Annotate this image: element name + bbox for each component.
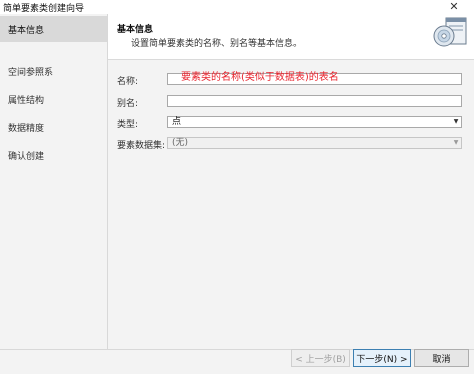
page-title: 基本信息 bbox=[117, 25, 154, 35]
type-select[interactable]: 点 ▼ bbox=[167, 116, 462, 128]
title-bar: 简单要素类创建向导 ✕ bbox=[0, 0, 474, 14]
prev-button[interactable]: < 上一步(B) bbox=[291, 349, 350, 367]
alias-field[interactable] bbox=[167, 95, 462, 107]
dataset-label: 要素数据集: bbox=[117, 141, 166, 151]
sidebar-item-attribute-structure[interactable]: 属性结构 bbox=[0, 86, 107, 112]
next-button[interactable]: 下一步(N) > bbox=[353, 349, 411, 367]
disc-and-window-icon bbox=[433, 17, 467, 47]
sidebar-item-spatial-reference[interactable]: 空间参照系 bbox=[0, 58, 107, 84]
chevron-down-icon[interactable]: ▼ bbox=[451, 117, 461, 127]
window-title: 简单要素类创建向导 bbox=[3, 4, 85, 14]
dataset-value: (无) bbox=[172, 138, 189, 148]
page-description: 设置简单要素类的名称、别名等基本信息。 bbox=[131, 39, 303, 49]
sidebar-item-label: 空间参照系 bbox=[8, 67, 54, 78]
sidebar-item-basic-info[interactable]: 基本信息 bbox=[0, 16, 107, 42]
chevron-down-icon[interactable]: ▼ bbox=[451, 138, 461, 148]
name-annotation: 要素类的名称(类似于数据表)的表名 bbox=[181, 72, 339, 83]
cancel-button[interactable]: 取消 bbox=[414, 349, 469, 367]
close-button[interactable]: ✕ bbox=[434, 0, 474, 13]
alias-label: 别名: bbox=[117, 99, 139, 109]
sidebar-item-label: 确认创建 bbox=[8, 151, 45, 162]
dataset-select[interactable]: (无) ▼ bbox=[167, 137, 462, 149]
name-label: 名称: bbox=[117, 77, 139, 87]
wizard-sidebar: 基本信息 空间参照系 属性结构 数据精度 确认创建 bbox=[0, 14, 108, 349]
sidebar-item-label: 属性结构 bbox=[8, 95, 45, 106]
sidebar-item-data-precision[interactable]: 数据精度 bbox=[0, 114, 107, 140]
step-header: 基本信息 设置简单要素类的名称、别名等基本信息。 bbox=[108, 14, 474, 60]
type-label: 类型: bbox=[117, 120, 139, 130]
sidebar-item-label: 数据精度 bbox=[8, 123, 45, 134]
sidebar-item-confirm-create[interactable]: 确认创建 bbox=[0, 142, 107, 168]
sidebar-item-label: 基本信息 bbox=[8, 25, 45, 36]
close-icon: ✕ bbox=[449, 0, 459, 13]
type-value: 点 bbox=[172, 117, 182, 127]
